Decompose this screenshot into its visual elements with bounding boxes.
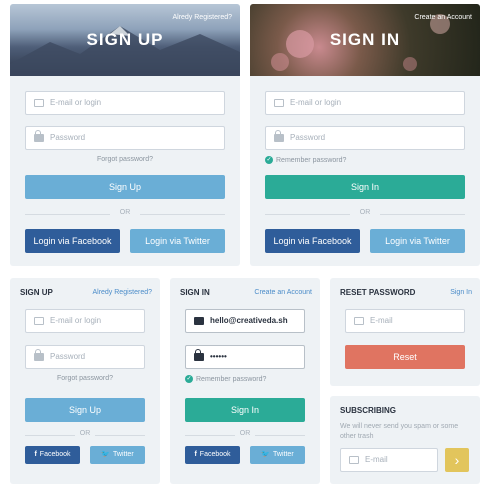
password-input[interactable]: Password	[25, 345, 145, 369]
twitter-icon: 🐦	[101, 451, 111, 458]
create-account-link[interactable]: Create an Account	[414, 14, 472, 21]
checkmark-icon[interactable]: ✓	[185, 375, 193, 383]
password-placeholder: Password	[290, 133, 326, 142]
email-login-input[interactable]: E-mail or login	[25, 91, 225, 115]
password-input[interactable]: Password	[265, 126, 465, 150]
email-placeholder: E-mail or login	[290, 98, 342, 107]
email-login-input[interactable]: E-mail or login	[25, 309, 145, 333]
sign-in-button[interactable]: Sign In	[265, 175, 465, 199]
email-login-input[interactable]: E-mail or login	[265, 91, 465, 115]
reset-button[interactable]: Reset	[345, 345, 465, 369]
hero-title: SIGN UP	[86, 30, 164, 49]
twitter-login-button[interactable]: Login via Twitter	[130, 229, 225, 253]
remember-label: Remember password?	[196, 375, 267, 383]
subscribe-description: We will never send you spam or some othe…	[340, 423, 459, 440]
email-value: hello@creativeda.sh	[210, 316, 288, 325]
forgot-password-link[interactable]: Forgot password?	[10, 156, 240, 163]
facebook-icon: f	[194, 451, 197, 458]
twitter-button[interactable]: 🐦 Twitter	[90, 446, 145, 464]
card-title: SUBSCRIBING	[340, 406, 397, 415]
password-placeholder: Password	[50, 133, 86, 142]
sign-up-button[interactable]: Sign Up	[25, 398, 145, 422]
envelope-icon	[34, 99, 44, 107]
card-title: RESET PASSWORD	[340, 288, 416, 297]
create-account-link[interactable]: Create an Account	[254, 289, 312, 296]
card-title: SIGN IN	[180, 288, 210, 297]
subscribing-card: SUBSCRIBING We will never send you spam …	[330, 396, 480, 484]
lock-icon	[194, 349, 204, 361]
password-value: ••••••	[210, 352, 227, 361]
remember-label: Remember password?	[276, 156, 347, 164]
already-registered-link[interactable]: Alredy Registered?	[172, 14, 232, 21]
password-input[interactable]: ••••••	[185, 345, 305, 369]
password-input[interactable]: Password	[25, 126, 225, 150]
signup-card-small: SIGN UP Alredy Registered? E-mail or log…	[10, 278, 160, 484]
signin-card-large: SIGN IN Create an Account E-mail or logi…	[250, 4, 480, 266]
facebook-button[interactable]: f Facebook	[25, 446, 80, 464]
lock-icon	[274, 130, 284, 142]
or-divider: OR	[185, 430, 305, 440]
flower-hero-image: SIGN IN Create an Account	[250, 4, 480, 76]
envelope-icon	[34, 317, 44, 325]
signin-card-small: SIGN IN Create an Account hello@creative…	[170, 278, 320, 484]
remember-password-checkbox[interactable]: ✓ Remember password?	[185, 375, 266, 383]
facebook-icon: f	[34, 451, 37, 458]
password-placeholder: Password	[50, 352, 86, 361]
mountain-hero-image: SIGN UP Alredy Registered?	[10, 4, 240, 76]
hero-title: SIGN IN	[329, 30, 401, 49]
email-placeholder: E-mail or login	[50, 316, 102, 325]
already-registered-link[interactable]: Alredy Registered?	[92, 289, 152, 296]
email-input[interactable]: E-mail	[345, 309, 465, 333]
remember-password-checkbox[interactable]: ✓ Remember password?	[265, 156, 346, 164]
signup-card-large: SIGN UP Alredy Registered? E-mail or log…	[10, 4, 240, 266]
facebook-button[interactable]: f Facebook	[185, 446, 240, 464]
subscribe-submit-button[interactable]: ›	[445, 448, 469, 472]
lock-icon	[34, 349, 44, 361]
checkmark-icon[interactable]: ✓	[265, 156, 273, 164]
email-placeholder: E-mail	[365, 455, 388, 464]
email-input[interactable]: E-mail	[340, 448, 438, 472]
reset-password-card: RESET PASSWORD Sign In E-mail Reset	[330, 278, 480, 386]
facebook-login-button[interactable]: Login via Facebook	[265, 229, 360, 253]
sign-up-button[interactable]: Sign Up	[25, 175, 225, 199]
email-input[interactable]: hello@creativeda.sh	[185, 309, 305, 333]
envelope-icon	[194, 317, 204, 325]
email-placeholder: E-mail	[370, 316, 393, 325]
sign-in-button[interactable]: Sign In	[185, 398, 305, 422]
facebook-login-button[interactable]: Login via Facebook	[25, 229, 120, 253]
envelope-icon	[349, 456, 359, 464]
or-divider: OR	[25, 430, 145, 440]
card-title: SIGN UP	[20, 288, 53, 297]
twitter-login-button[interactable]: Login via Twitter	[370, 229, 465, 253]
or-divider: OR	[265, 209, 465, 219]
or-divider: OR	[25, 209, 225, 219]
chevron-right-icon: ›	[454, 452, 460, 468]
sign-in-link[interactable]: Sign In	[450, 289, 472, 296]
lock-icon	[34, 130, 44, 142]
twitter-button[interactable]: 🐦 Twitter	[250, 446, 305, 464]
twitter-icon: 🐦	[261, 451, 271, 458]
forgot-password-link[interactable]: Forgot password?	[10, 375, 160, 382]
email-placeholder: E-mail or login	[50, 98, 102, 107]
envelope-icon	[274, 99, 284, 107]
envelope-icon	[354, 317, 364, 325]
